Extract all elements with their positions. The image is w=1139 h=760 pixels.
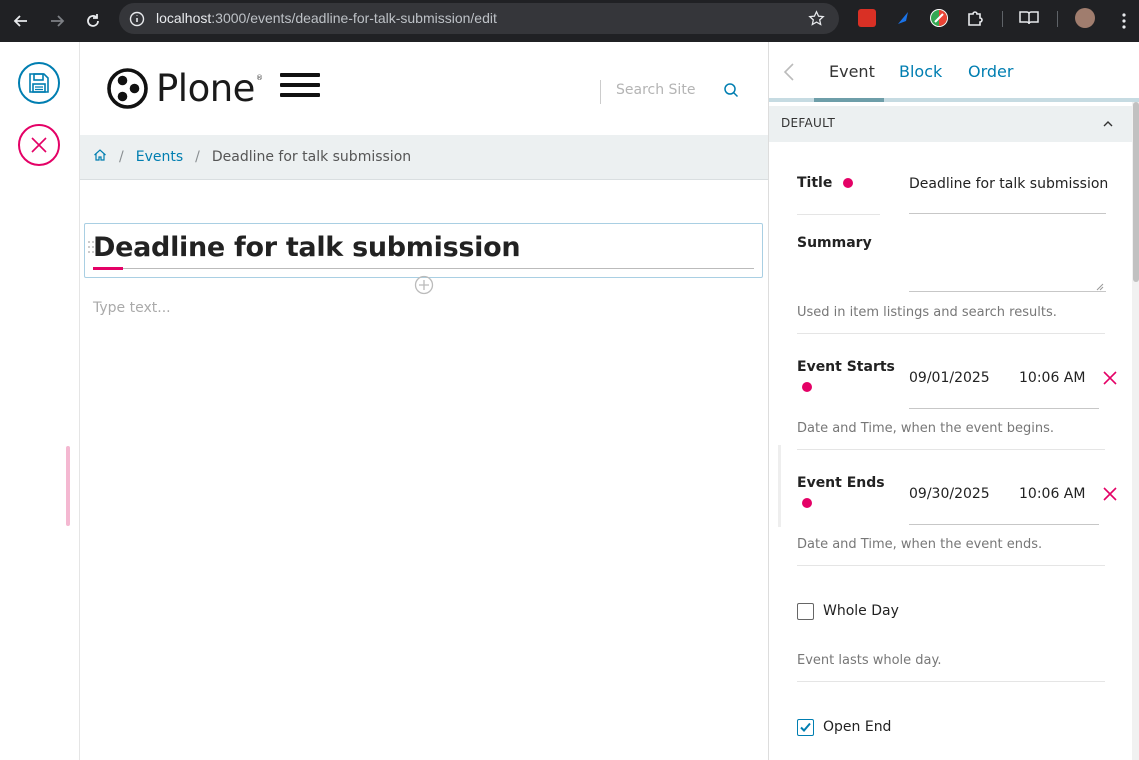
- event-start-label: Event Starts: [797, 359, 895, 375]
- address-bar[interactable]: localhost:3000/events/deadline-for-talk-…: [119, 3, 839, 34]
- summary-field-label: Summary: [797, 235, 872, 251]
- event-start-time-input[interactable]: 10:06 AM: [1019, 370, 1085, 386]
- breadcrumb: / Events / Deadline for talk submission: [80, 135, 768, 180]
- required-indicator: [802, 498, 812, 508]
- sidebar-scrollbar[interactable]: [1132, 102, 1139, 760]
- logo-registered-mark: ®: [255, 73, 263, 82]
- whole-day-label[interactable]: Whole Day: [823, 603, 899, 619]
- breadcrumb-separator: /: [119, 149, 124, 165]
- document-title[interactable]: Deadline for talk submission: [93, 232, 521, 263]
- bookmark-star-icon[interactable]: [808, 10, 825, 27]
- site-logo[interactable]: Plone ®: [107, 67, 263, 110]
- section-header-default[interactable]: DEFAULT: [769, 106, 1134, 142]
- home-icon: [94, 149, 106, 161]
- title-underline: [93, 268, 754, 269]
- extension-2-icon[interactable]: [894, 9, 912, 27]
- forward-button[interactable]: [43, 7, 71, 35]
- close-icon: [31, 137, 47, 153]
- tab-block[interactable]: Block: [899, 62, 942, 81]
- breadcrumb-item-events[interactable]: Events: [136, 149, 183, 165]
- summary-help-text: Used in item listings and search results…: [797, 305, 1057, 320]
- extension-1-icon[interactable]: [858, 9, 876, 27]
- event-end-time-input[interactable]: 10:06 AM: [1019, 486, 1085, 502]
- plus-circle-icon: [414, 275, 434, 295]
- extensions-puzzle-icon[interactable]: [966, 9, 984, 27]
- search-button[interactable]: [723, 82, 741, 100]
- tab-event[interactable]: Event: [829, 62, 875, 81]
- clear-start-date-button[interactable]: [1102, 370, 1118, 386]
- title-accent-bar: [93, 267, 123, 270]
- plone-logo-icon: [107, 68, 148, 109]
- search-box: [600, 80, 750, 104]
- profile-avatar[interactable]: [1075, 8, 1095, 28]
- info-icon: [129, 11, 145, 27]
- open-end-checkbox[interactable]: [797, 719, 814, 736]
- event-start-date-input[interactable]: 09/01/2025: [909, 370, 990, 386]
- cancel-button[interactable]: [18, 124, 60, 166]
- site-header: Plone ®: [80, 42, 768, 135]
- add-block-button[interactable]: [414, 275, 434, 295]
- resize-handle[interactable]: [66, 446, 70, 526]
- extension-3-icon[interactable]: [930, 9, 948, 27]
- back-button[interactable]: [7, 7, 35, 35]
- title-field-label: Title: [797, 175, 854, 191]
- open-end-label[interactable]: Open End: [823, 719, 891, 735]
- url-text: localhost:3000/events/deadline-for-talk-…: [156, 10, 497, 26]
- search-input[interactable]: [616, 82, 716, 98]
- event-end-date-input[interactable]: 09/30/2025: [909, 486, 990, 502]
- whole-day-help-text: Event lasts whole day.: [797, 653, 942, 668]
- edit-toolbar: [0, 42, 80, 760]
- breadcrumb-home[interactable]: [93, 148, 107, 166]
- breadcrumb-separator: /: [195, 149, 200, 165]
- search-icon: [724, 83, 739, 98]
- checkmark-icon: [800, 722, 811, 732]
- section-title: DEFAULT: [781, 116, 836, 130]
- event-start-help-text: Date and Time, when the event begins.: [797, 421, 1054, 436]
- arrow-left-icon: [13, 15, 27, 27]
- required-indicator: [802, 382, 812, 392]
- text-block-placeholder[interactable]: Type text...: [93, 300, 171, 316]
- save-icon: [29, 73, 49, 93]
- event-end-help-text: Date and Time, when the event ends.: [797, 537, 1043, 552]
- reading-list-icon[interactable]: [1019, 9, 1039, 27]
- main-content: Plone ® / Events / Deadline for talk sub…: [80, 42, 768, 760]
- active-tab-indicator: [814, 98, 884, 102]
- event-end-label: Event Ends: [797, 475, 885, 491]
- sidebar: Event Block Order DEFAULT Title Deadline…: [768, 42, 1139, 760]
- sidebar-resize-grip[interactable]: [778, 445, 781, 527]
- whole-day-checkbox[interactable]: [797, 603, 814, 620]
- breadcrumb-item-current: Deadline for talk submission: [211, 149, 412, 165]
- required-indicator: [843, 178, 854, 188]
- sidebar-collapse-button[interactable]: [782, 62, 796, 82]
- chrome-menu-button[interactable]: [1110, 7, 1138, 35]
- title-block[interactable]: Deadline for talk submission: [84, 223, 763, 278]
- title-field[interactable]: Deadline for talk submission: [909, 176, 1108, 192]
- browser-chrome: localhost:3000/events/deadline-for-talk-…: [0, 0, 1139, 42]
- reload-icon: [87, 14, 99, 27]
- reload-button[interactable]: [79, 7, 107, 35]
- menu-toggle-button[interactable]: [280, 73, 320, 99]
- summary-field[interactable]: [909, 291, 1106, 292]
- clear-end-date-button[interactable]: [1102, 486, 1118, 502]
- sidebar-tabs: Event Block Order: [769, 42, 1139, 102]
- chevron-up-icon: [1103, 121, 1113, 127]
- save-button[interactable]: [18, 62, 60, 104]
- arrow-right-icon: [51, 15, 65, 27]
- chevron-left-icon: [783, 63, 794, 81]
- logo-text: Plone: [156, 67, 255, 110]
- textarea-resize-icon[interactable]: [1096, 283, 1104, 291]
- tab-order[interactable]: Order: [968, 62, 1013, 81]
- scrollbar-thumb[interactable]: [1133, 102, 1139, 282]
- kebab-menu-icon: [1122, 13, 1126, 29]
